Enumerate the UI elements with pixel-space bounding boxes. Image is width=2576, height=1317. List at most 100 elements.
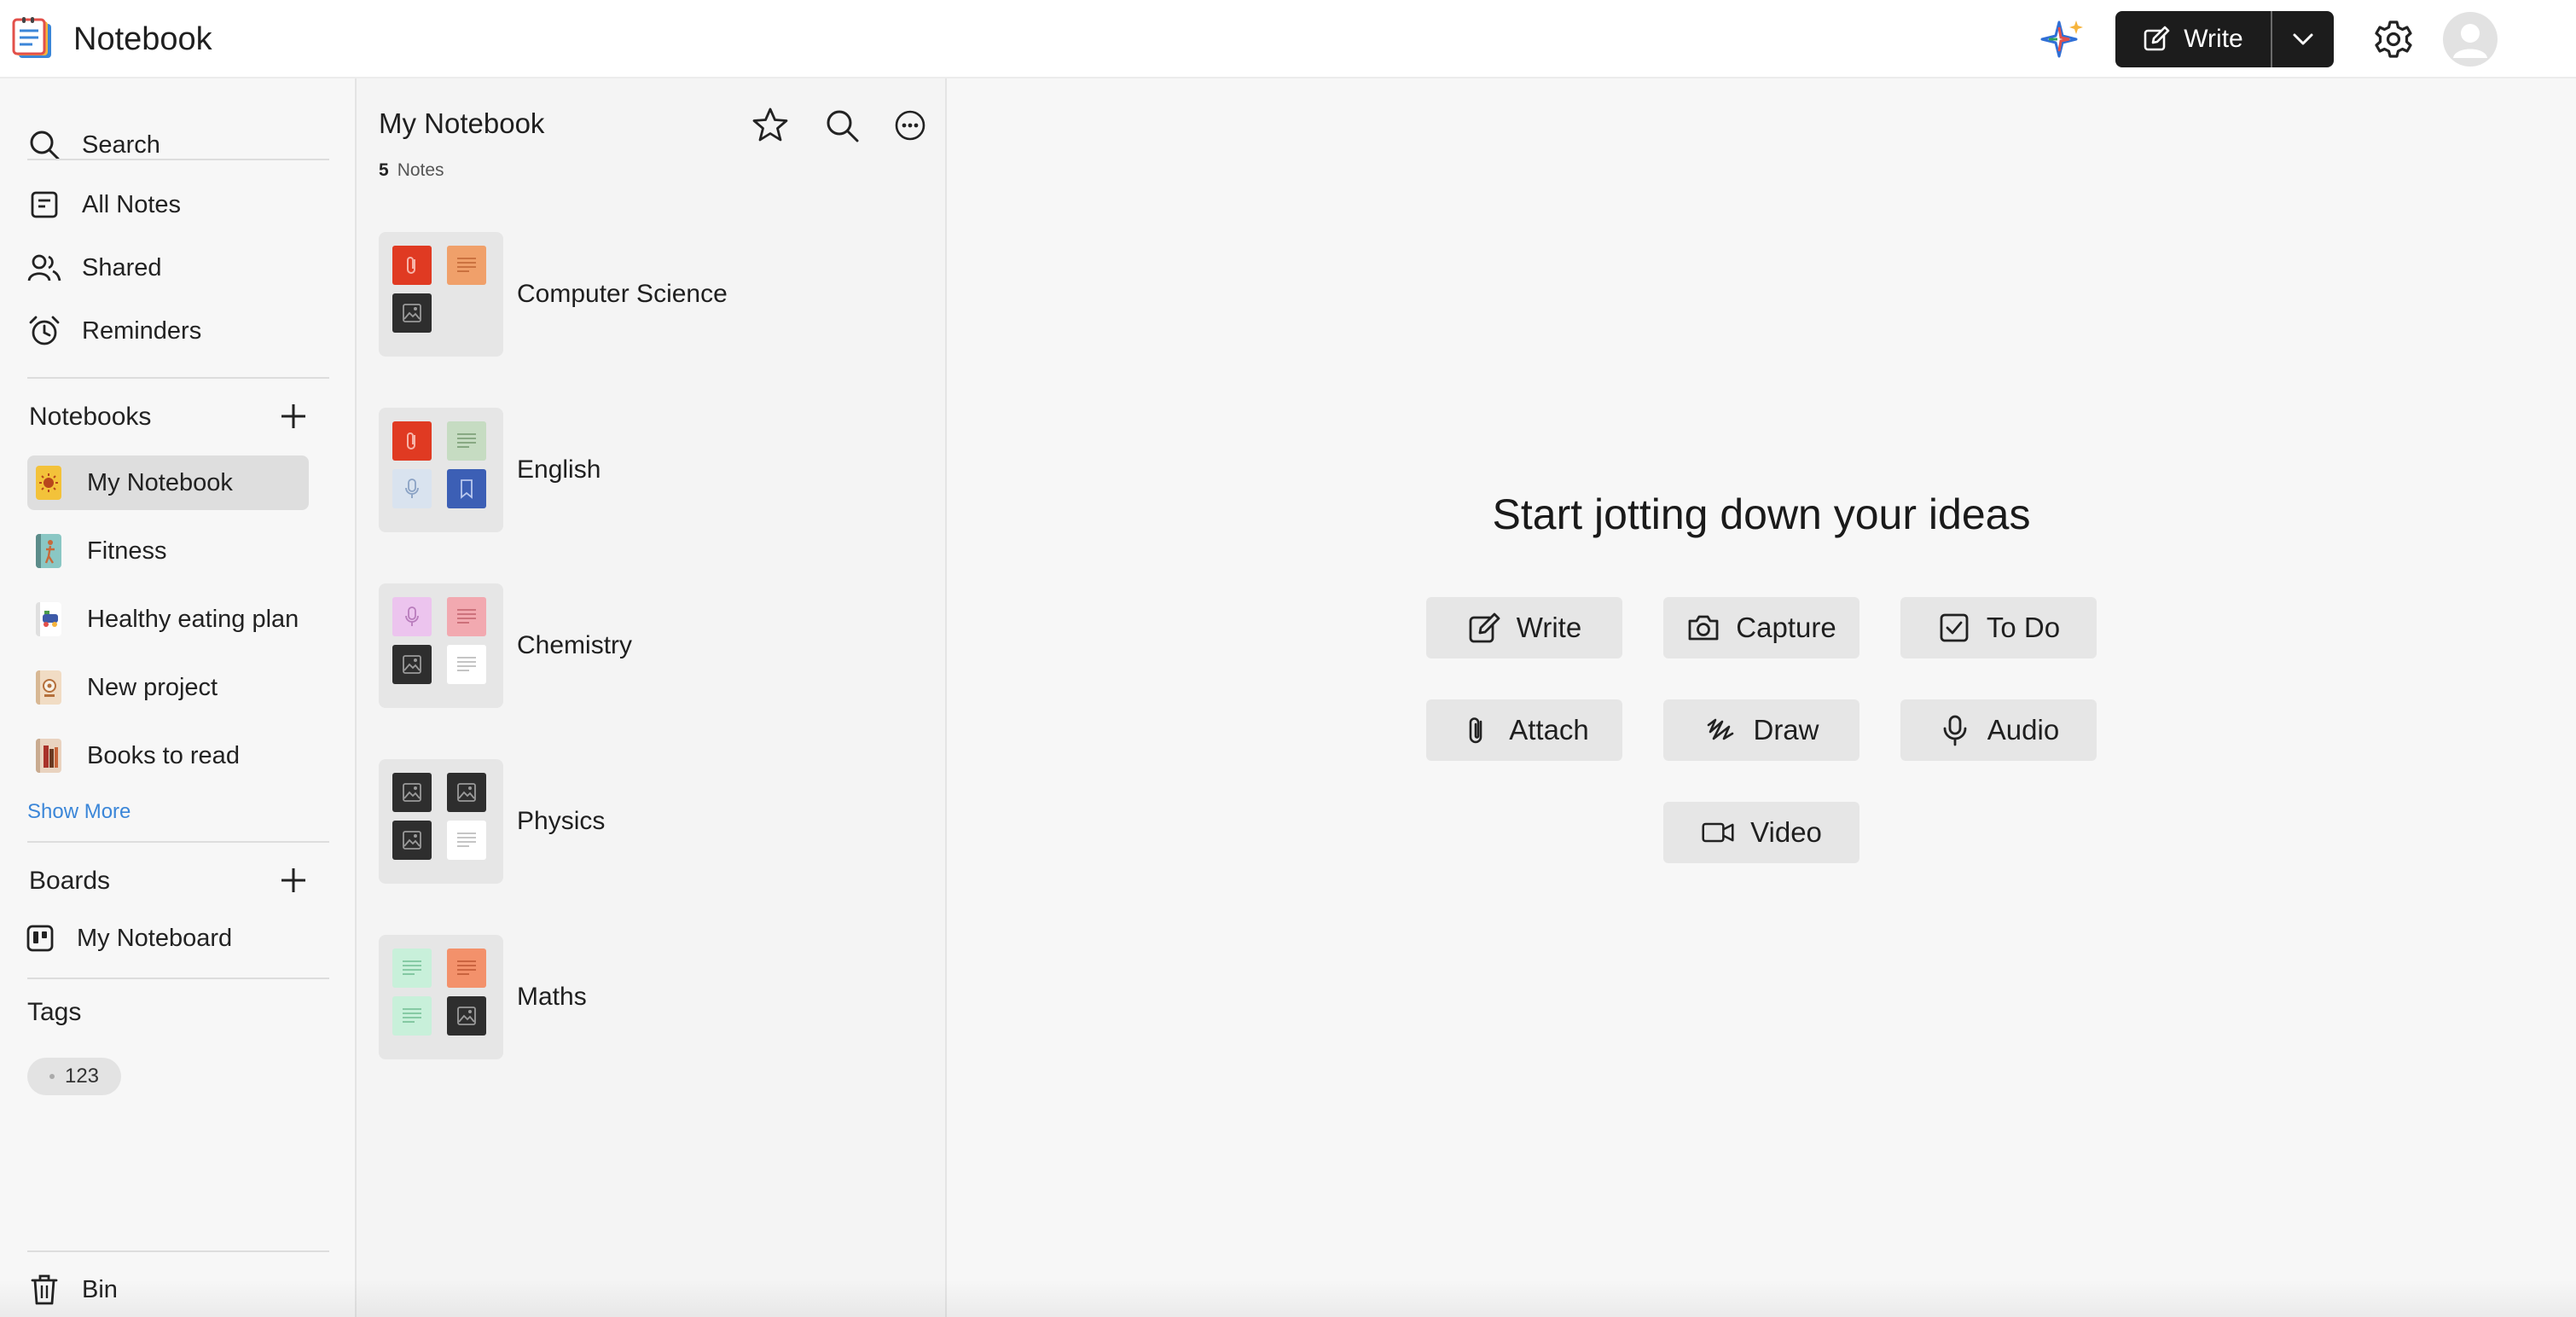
sidebar-board-my-noteboard[interactable]: My Noteboard — [26, 913, 232, 964]
notebook-card-english[interactable]: English — [379, 408, 908, 532]
panel-title: My Notebook — [379, 107, 545, 139]
add-notebook-plus-icon[interactable] — [276, 399, 310, 433]
notes-count: 5 Notes — [379, 160, 444, 181]
notebook-card-title: Maths — [517, 983, 587, 1011]
microphone-icon — [392, 469, 432, 508]
paperclip-icon — [1469, 717, 1482, 744]
sidebar-divider — [27, 978, 329, 979]
notebook-cover-books-icon — [36, 739, 61, 773]
sidebar-search[interactable]: Search — [26, 119, 160, 171]
sidebar-item-shared[interactable]: Shared — [26, 242, 162, 293]
microphone-icon — [1943, 715, 1967, 746]
quick-todo-button[interactable]: To Do — [1900, 597, 2097, 658]
camera-icon — [1688, 615, 1719, 641]
image-icon — [392, 645, 432, 684]
sidebar-divider — [27, 841, 329, 843]
text-lines-icon — [447, 421, 486, 461]
quick-action-label: To Do — [1986, 612, 2061, 643]
alarm-clock-icon — [26, 312, 63, 350]
board-icon — [26, 920, 55, 957]
sidebar-board-label: My Noteboard — [77, 924, 233, 952]
scribble-icon — [1708, 718, 1734, 740]
text-lines-icon — [447, 949, 486, 988]
write-dropdown-button[interactable] — [2272, 11, 2334, 67]
notebook-card-title: Chemistry — [517, 631, 633, 659]
sidebar-item-label: Shared — [82, 253, 162, 281]
image-icon — [392, 773, 432, 812]
main-area: Start jotting down your ideas Write Capt… — [947, 78, 2576, 1317]
notebook-card-physics[interactable]: Physics — [379, 759, 908, 884]
write-button[interactable]: Write — [2115, 11, 2271, 67]
quick-action-label: Audio — [1987, 714, 2060, 746]
trash-icon — [26, 1271, 63, 1308]
paperclip-icon — [392, 421, 432, 461]
quick-action-label: Draw — [1753, 714, 1819, 746]
sidebar-notebook-label: Books to read — [87, 741, 240, 769]
quick-video-button[interactable]: Video — [1663, 802, 1859, 863]
image-icon — [392, 821, 432, 860]
quick-capture-button[interactable]: Capture — [1663, 597, 1859, 658]
sidebar: Search All Notes Shared Reminders Notebo… — [0, 78, 357, 1317]
notebook-card-computer-science[interactable]: Computer Science — [379, 232, 908, 357]
text-lines-icon — [392, 996, 432, 1036]
quick-write-button[interactable]: Write — [1426, 597, 1622, 658]
quick-draw-button[interactable]: Draw — [1663, 699, 1859, 761]
more-options-icon[interactable] — [891, 106, 930, 145]
microphone-icon — [392, 597, 432, 636]
paperclip-icon — [392, 246, 432, 285]
notes-icon — [26, 186, 63, 223]
notes-count-number: 5 — [379, 160, 389, 180]
text-lines-icon — [447, 597, 486, 636]
sidebar-divider — [27, 1250, 329, 1252]
add-board-plus-icon[interactable] — [276, 863, 310, 897]
notebook-card-chemistry[interactable]: Chemistry — [379, 583, 908, 708]
sidebar-item-label: All Notes — [82, 190, 182, 218]
ai-sparkle-icon[interactable] — [2039, 15, 2086, 63]
quick-audio-button[interactable]: Audio — [1900, 699, 2097, 761]
quick-action-label: Capture — [1736, 612, 1836, 643]
sidebar-search-label: Search — [82, 131, 160, 159]
sidebar-item-bin[interactable]: Bin — [26, 1264, 118, 1315]
notebook-panel: My Notebook 5 Notes Computer Science Engl… — [357, 78, 947, 1317]
image-icon — [392, 293, 432, 333]
notebook-thumbnail — [379, 232, 503, 357]
tag-chip[interactable]: 123 — [27, 1058, 121, 1095]
notebooks-heading: Notebooks — [29, 403, 152, 431]
sidebar-notebook-new-project[interactable]: New project — [27, 660, 309, 715]
search-icon[interactable] — [822, 106, 862, 145]
sidebar-notebook-fitness[interactable]: Fitness — [27, 524, 309, 578]
checkbox-icon — [1940, 613, 1969, 642]
sidebar-item-label: Bin — [82, 1275, 118, 1303]
notebook-card-title: Physics — [517, 807, 606, 835]
chevron-down-icon — [2293, 33, 2313, 45]
favorite-star-icon[interactable] — [751, 106, 790, 145]
quick-attach-button[interactable]: Attach — [1426, 699, 1622, 761]
sidebar-item-reminders[interactable]: Reminders — [26, 305, 201, 357]
text-lines-icon — [392, 949, 432, 988]
sidebar-notebook-books-to-read[interactable]: Books to read — [27, 728, 309, 783]
sidebar-notebook-healthy-eating-plan[interactable]: Healthy eating plan — [27, 592, 309, 647]
settings-gear-icon[interactable] — [2371, 17, 2416, 61]
write-button-label: Write — [2184, 25, 2243, 53]
sidebar-item-all-notes[interactable]: All Notes — [26, 179, 181, 230]
notebook-thumbnail — [379, 583, 503, 708]
show-more-link[interactable]: Show More — [27, 800, 131, 824]
notebook-card-maths[interactable]: Maths — [379, 935, 908, 1059]
top-bar: Notebook Write — [0, 0, 2576, 78]
video-camera-icon — [1702, 822, 1734, 843]
notebook-logo-icon — [12, 17, 56, 61]
pencil-icon — [1469, 612, 1500, 643]
pencil-icon — [2144, 26, 2170, 51]
notes-count-label: Notes — [397, 160, 444, 180]
text-lines-icon — [447, 246, 486, 285]
boards-heading: Boards — [29, 867, 111, 895]
text-lines-icon — [447, 821, 486, 860]
notebook-thumbnail — [379, 759, 503, 884]
people-icon — [26, 249, 63, 287]
tag-chip-label: 123 — [64, 1065, 100, 1088]
notebook-cover-fitness-icon — [36, 534, 61, 568]
sidebar-notebook-label: My Notebook — [87, 468, 233, 496]
sidebar-notebook-my-notebook[interactable]: My Notebook — [27, 455, 309, 510]
user-avatar[interactable] — [2443, 12, 2498, 67]
quick-action-label: Video — [1750, 816, 1822, 848]
